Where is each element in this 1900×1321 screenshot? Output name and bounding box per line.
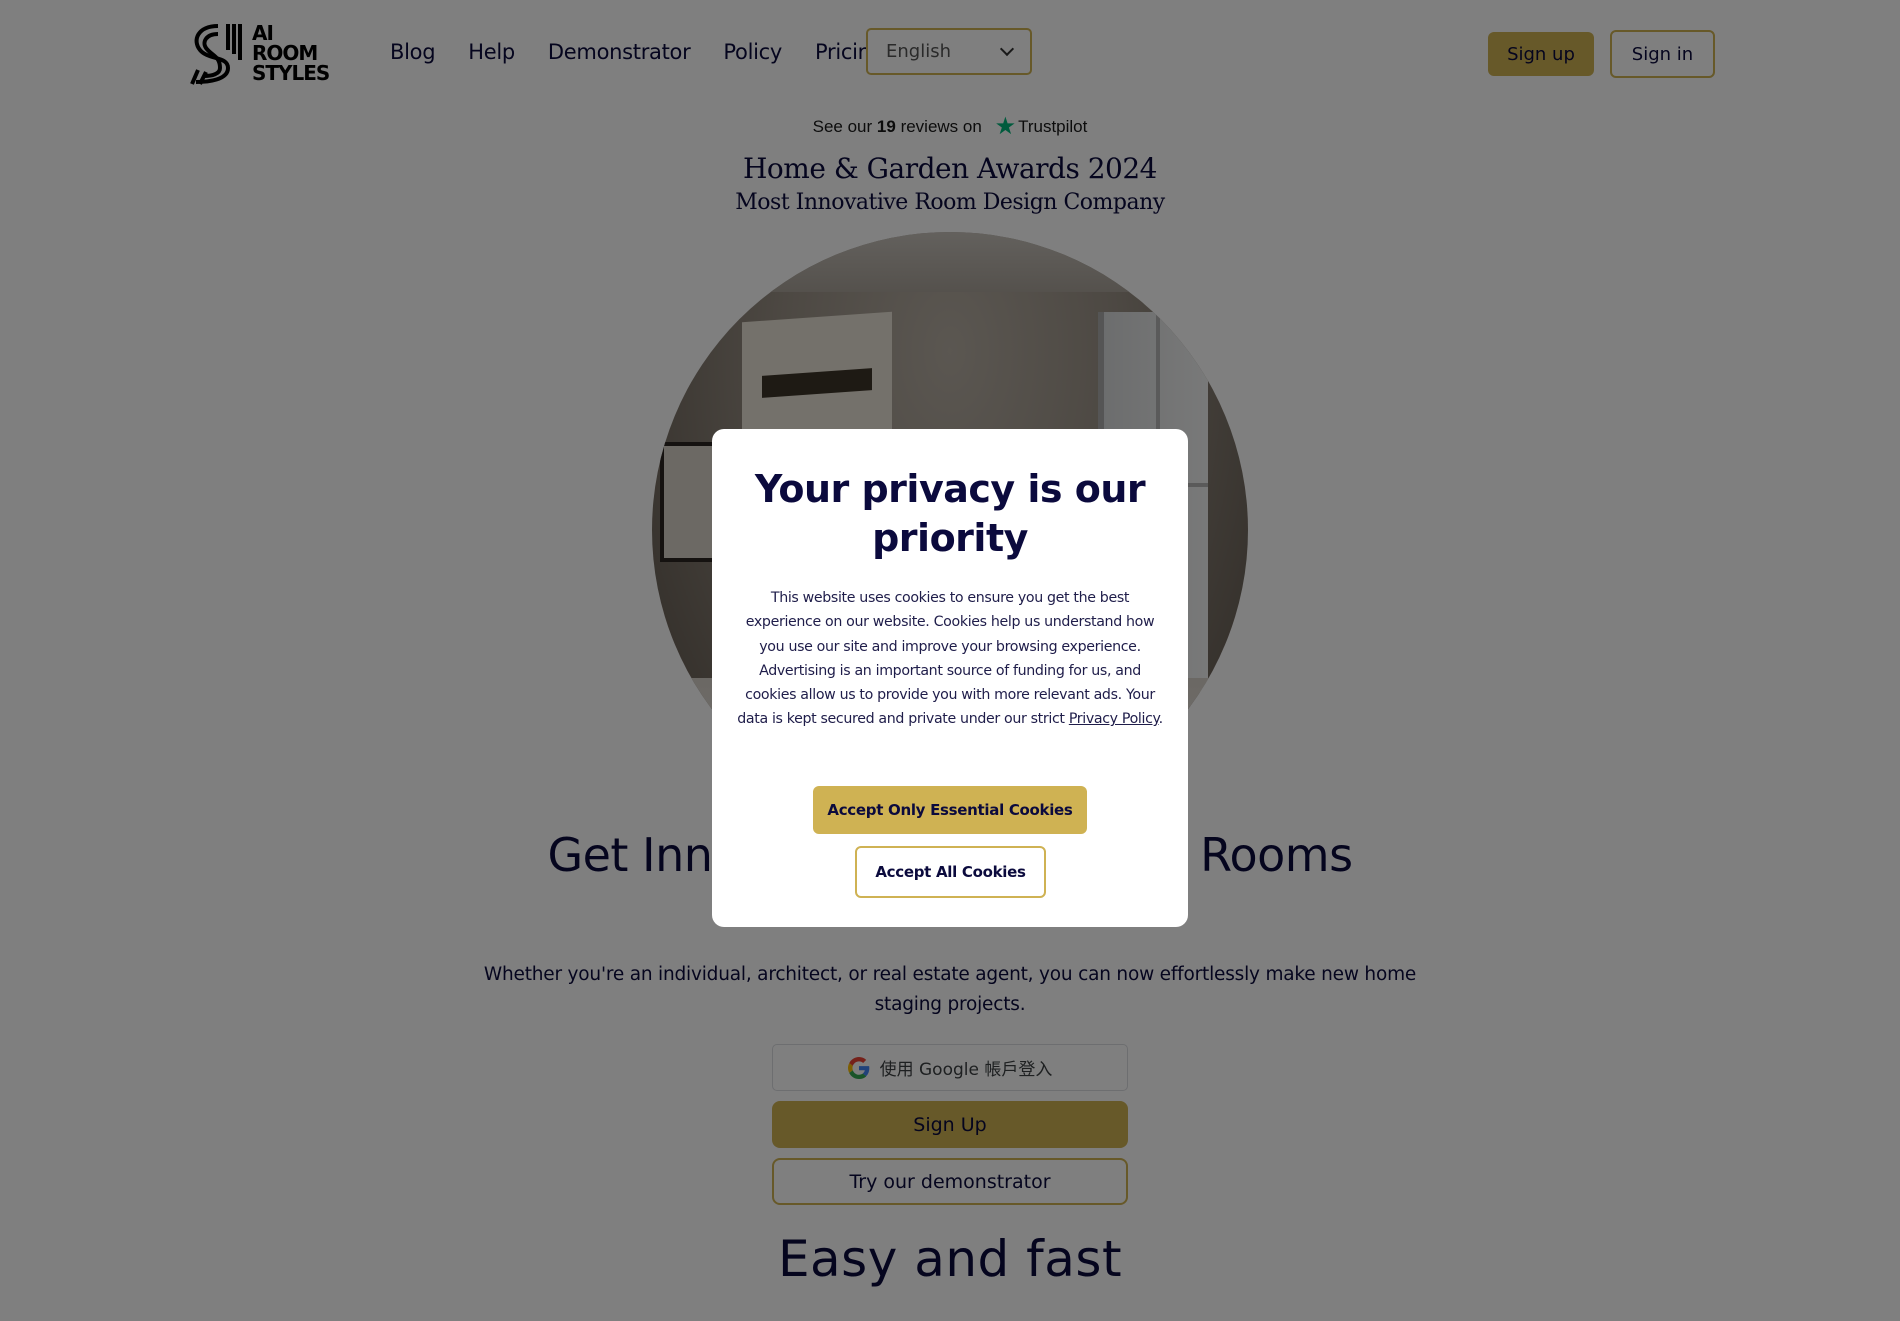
- privacy-policy-link[interactable]: Privacy Policy: [1069, 711, 1159, 727]
- accept-all-cookies-button[interactable]: Accept All Cookies: [855, 846, 1046, 898]
- cookie-modal-body: This website uses cookies to ensure you …: [736, 586, 1164, 732]
- cookie-consent-modal: Your privacy is our priority This websit…: [712, 429, 1188, 927]
- accept-essential-cookies-button[interactable]: Accept Only Essential Cookies: [813, 786, 1087, 834]
- cookie-body-end: .: [1158, 711, 1164, 728]
- cookie-body-text: This website uses cookies to ensure you …: [737, 590, 1155, 728]
- cookie-modal-title: Your privacy is our priority: [754, 467, 1146, 560]
